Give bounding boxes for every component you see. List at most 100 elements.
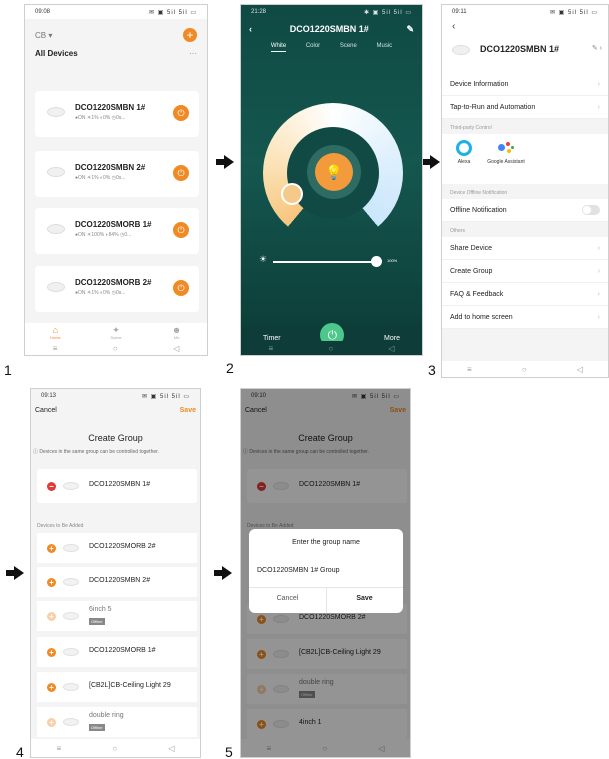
more-icon[interactable]: ··· [189,49,197,58]
device-card[interactable]: DCO1220SMBN 2# ●ON ☀1% ◐0% ◷0s... ⏻ [35,151,199,197]
row-label: Share Device [450,244,493,252]
power-icon[interactable]: ⏻ [173,105,189,121]
page-title: Create Group [88,433,143,443]
back-chevron-icon[interactable]: ‹ [442,19,608,35]
add-icon[interactable]: + [47,683,56,692]
back-key-icon[interactable]: ◁ [577,365,583,374]
home-key-icon[interactable]: ○ [328,344,333,353]
ceiling-lamp-icon [63,718,79,726]
brightness-slider[interactable]: ☀ 100% [259,254,409,267]
cancel-button[interactable]: Cancel [35,407,57,419]
dialog-save-button[interactable]: Save [326,595,403,602]
home-key-icon[interactable]: ○ [113,344,118,353]
power-icon[interactable]: ⏻ [173,165,189,181]
device-information-row[interactable]: Device Information › [442,73,608,96]
edit-pencil-icon[interactable]: ✎ [406,24,414,35]
home-header: CB ▾ + [25,19,207,45]
list-item[interactable]: + DCO1220SMORB 1# [37,637,197,667]
status-bar: 21:28 ✱ ▣ 5il 5il ▭ [241,5,422,19]
ceiling-lamp-icon [63,482,79,490]
add-icon[interactable]: + [47,544,56,553]
back-key-icon[interactable]: ◁ [173,344,179,353]
screen-light-control: 21:28 ✱ ▣ 5il 5il ▭ ‹ DCO1220SMBN 1# ✎ W… [240,4,423,356]
menu-key-icon[interactable]: ≡ [467,365,472,374]
chevron-right-icon: › [597,267,600,275]
ceiling-lamp-icon [63,648,79,656]
chevron-right-icon: › [597,244,600,252]
lightbulb-icon: 💡 [315,153,353,191]
google-assistant-button[interactable]: Google Assistant [486,140,526,165]
section-label: Device Offline Notification [450,190,508,196]
back-key-icon[interactable]: ◁ [388,344,394,353]
menu-key-icon[interactable]: ≡ [53,344,58,353]
row-label: Device Information [450,80,509,88]
remove-icon[interactable]: − [47,482,56,491]
tab-white[interactable]: White [270,43,287,52]
menu-key-icon[interactable]: ≡ [269,344,274,353]
ceiling-lamp-icon [47,224,65,234]
tab-me[interactable]: ☻ Me [157,325,197,340]
home-key-icon[interactable]: ○ [112,744,117,753]
group-name-input[interactable]: DCO1220SMBN 1# Group [257,567,339,574]
dialog-cancel-button[interactable]: Cancel [249,595,326,602]
tap-to-run-row[interactable]: Tap-to-Run and Automation › [442,96,608,119]
tab-music[interactable]: Music [377,43,393,52]
save-button[interactable]: Save [180,407,196,419]
device-card[interactable]: DCO1220SMORB 1# ●ON ☀100% ◐84% ◷0... ⏻ [35,208,199,254]
list-item[interactable]: + DCO1220SMBN 2# [37,567,197,597]
menu-key-icon[interactable]: ≡ [57,744,62,753]
list-item[interactable]: + [CB2L]CB-Ceiling Light 29 [37,672,197,702]
add-icon[interactable]: + [47,578,56,587]
tab-color[interactable]: Color [306,43,320,52]
add-icon: + [47,612,56,621]
list-item[interactable]: + DCO1220SMORB 2# [37,533,197,563]
create-group-row[interactable]: Create Group › [442,260,608,283]
back-key-icon[interactable]: ◁ [168,744,174,753]
page-title: DCO1220SMBN 1# [289,24,369,34]
profile-icon: ☻ [171,325,182,335]
faq-feedback-row[interactable]: FAQ & Feedback › [442,283,608,306]
home-key-icon[interactable]: ○ [522,365,527,374]
share-device-row[interactable]: Share Device › [442,237,608,260]
add-icon[interactable]: + [47,648,56,657]
status-bar: 09:13 ✉ ▣ 5il 5il ▭ [31,389,200,403]
section-label: Devices to Be Added [37,523,84,529]
add-to-home-screen-row[interactable]: Add to home screen › [442,306,608,329]
step-number-2: 2 [226,360,234,376]
tab-scene[interactable]: Scene [340,43,357,52]
scene-icon: ✦ [112,325,120,335]
brightness-value: 100% [387,258,398,263]
status-icons: ✉ ▣ 5il 5il ▭ [148,9,197,16]
step-number-1: 1 [4,362,12,378]
power-icon[interactable]: ⏻ [173,222,189,238]
system-nav-bar: ≡ ○ ◁ [31,739,200,757]
list-item: + double ring Offline [37,707,197,737]
row-label: FAQ & Feedback [450,290,504,298]
device-card[interactable]: DCO1220SMBN 1# ●ON ☀1% ◐0% ◷0s... ⏻ [35,91,199,137]
system-nav-bar: ≡ ○ ◁ [442,361,608,377]
ring-handle[interactable] [281,183,303,205]
back-chevron-icon[interactable]: ‹ [249,24,252,34]
ceiling-lamp-icon [63,612,79,620]
slider-knob[interactable] [371,256,382,267]
alexa-button[interactable]: Alexa [444,140,484,165]
device-status: ●ON ☀1% ◐0% ◷0s... [75,115,126,121]
edit-pencil-icon[interactable]: ✎ › [592,44,602,52]
arrow-right-icon [216,155,234,169]
tab-home[interactable]: ⌂ Home [35,325,75,340]
ceiling-lamp-icon [47,167,65,177]
power-icon[interactable]: ⏻ [173,280,189,296]
screen-create-group: 09:13 ✉ ▣ 5il 5il ▭ Cancel Save Create G… [30,388,201,758]
tab-scene[interactable]: ✦ Scene [96,325,136,340]
status-time: 09:11 [452,9,467,15]
third-party-control: Alexa Google Assistant [442,134,608,184]
home-selector[interactable]: CB ▾ [35,31,52,40]
device-name: DCO1220SMBN 2# [75,163,146,172]
slider-track[interactable] [273,261,377,263]
offline-notification-toggle[interactable] [582,205,600,215]
device-card[interactable]: DCO1220SMORB 2# ●ON ☀1% ◐0% ◷0s... ⏻ [35,266,199,312]
row-label: Offline Notification [450,206,507,214]
device-name: DCO1220SMORB 1# [89,647,156,654]
device-name: DCO1220SMBN 1# [480,44,560,54]
add-device-button[interactable]: + [183,28,197,42]
